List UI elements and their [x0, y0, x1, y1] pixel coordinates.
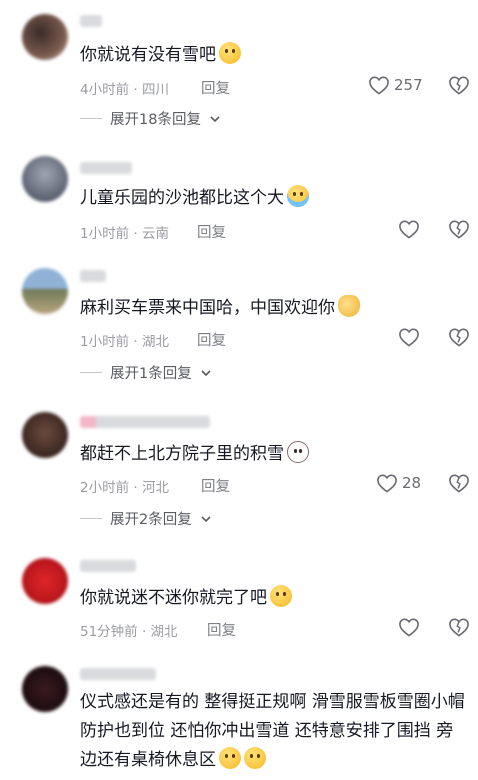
comment-text: 你就说有没有雪吧: [80, 41, 241, 70]
username-blurred[interactable]: [80, 668, 156, 680]
like-count: 257: [394, 76, 423, 94]
like-button[interactable]: [398, 327, 424, 347]
username-blurred[interactable]: [80, 560, 136, 572]
reply-button[interactable]: 回复: [201, 77, 230, 98]
comment-text-content: 都赶不上北方院子里的积雪: [80, 444, 284, 464]
divider-line: [80, 118, 102, 119]
chevron-down-icon: [201, 369, 211, 376]
expand-replies[interactable]: 展开2条回复: [80, 508, 212, 529]
comment-text-content: 儿童乐园的沙池都比这个大: [80, 188, 284, 208]
like-count: 28: [402, 474, 422, 492]
username-blurred[interactable]: [80, 416, 210, 428]
heart-icon: [369, 76, 389, 95]
comment-meta: 2小时前 · 河北: [80, 480, 169, 496]
comment-text: 仪式感还是有的 整得挺正规啊 滑雪服雪板雪圈小帽 防护也到位 还怕你冲出雪道 还…: [80, 688, 470, 775]
grin-emoji-icon: [270, 585, 292, 607]
chevron-down-icon: [210, 115, 220, 122]
avatar[interactable]: [22, 14, 68, 60]
comment-meta: 1小时前 · 云南: [80, 226, 169, 242]
dislike-heart-icon[interactable]: [448, 327, 470, 347]
reply-button[interactable]: 回复: [201, 475, 230, 496]
like-button[interactable]: [398, 219, 424, 239]
reply-button[interactable]: 回复: [197, 329, 226, 350]
cat-emoji-icon: [287, 441, 309, 463]
avatar[interactable]: [22, 268, 68, 314]
reply-button[interactable]: 回复: [207, 619, 236, 640]
comment-text: 都赶不上北方院子里的积雪: [80, 440, 309, 469]
reply-button[interactable]: 回复: [197, 221, 226, 242]
dislike-heart-icon[interactable]: [448, 617, 470, 637]
like-button[interactable]: [398, 617, 424, 637]
comment-text-content: 仪式感还是有的 整得挺正规啊 滑雪服雪板雪圈小帽 防护也到位 还怕你冲出雪道 还…: [80, 692, 465, 770]
comment-text-content: 你就说有没有雪吧: [80, 45, 216, 65]
username-blurred[interactable]: [80, 270, 106, 282]
chevron-down-icon: [201, 515, 211, 522]
expand-label: 展开18条回复: [110, 112, 201, 128]
avatar[interactable]: [22, 666, 68, 712]
comment-meta: 1小时前 · 湖北: [80, 334, 169, 350]
grin-emoji-icon: [219, 747, 241, 769]
dislike-heart-icon[interactable]: [448, 219, 470, 239]
heart-icon: [399, 220, 419, 239]
avatar[interactable]: [22, 558, 68, 604]
expand-label: 展开2条回复: [110, 512, 192, 528]
expand-replies[interactable]: 展开1条回复: [80, 362, 212, 383]
dislike-heart-icon[interactable]: [448, 75, 470, 95]
dislike-heart-icon[interactable]: [448, 473, 470, 493]
laugh-cry-emoji-icon: [287, 185, 309, 207]
avatar[interactable]: [22, 156, 68, 202]
comment-meta: 4小时前 · 四川: [80, 82, 169, 98]
avatar[interactable]: [22, 412, 68, 458]
grin-emoji-icon: [219, 42, 241, 64]
comment-text: 儿童乐园的沙池都比这个大: [80, 184, 309, 213]
comment-text: 麻利买车票来中国哈，中国欢迎你: [80, 294, 360, 323]
like-button[interactable]: 28: [376, 473, 421, 493]
comment-text-content: 麻利买车票来中国哈，中国欢迎你: [80, 298, 335, 318]
like-button[interactable]: 257: [368, 75, 423, 95]
username-blurred[interactable]: [80, 162, 132, 174]
comment-text-content: 你就说迷不迷你就完了吧: [80, 588, 267, 608]
divider-line: [80, 372, 102, 373]
expand-replies[interactable]: 展开18条回复: [80, 108, 221, 129]
heart-icon: [377, 474, 397, 493]
grin-emoji-icon: [244, 747, 266, 769]
heart-icon: [399, 618, 419, 637]
comment-meta: 51分钟前 · 湖北: [80, 624, 178, 640]
comment-feed: 你就说有没有雪吧 4小时前 · 四川 回复 257 展开18条回复 儿童乐园的沙…: [0, 0, 478, 780]
divider-line: [80, 518, 102, 519]
expand-label: 展开1条回复: [110, 366, 192, 382]
money-bag-emoji-icon: [338, 295, 360, 317]
heart-icon: [399, 328, 419, 347]
username-blurred[interactable]: [80, 15, 102, 27]
comment-text: 你就说迷不迷你就完了吧: [80, 584, 292, 613]
